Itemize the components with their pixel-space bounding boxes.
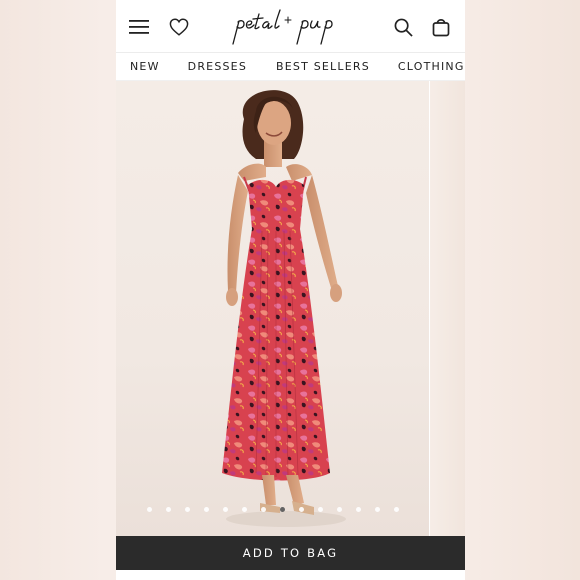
carousel-dot[interactable] — [147, 506, 152, 512]
carousel-dot[interactable] — [185, 506, 190, 512]
carousel-dot[interactable] — [242, 506, 247, 512]
nav-item-dresses[interactable]: DRESSES — [188, 60, 247, 73]
carousel-dot[interactable] — [337, 506, 342, 512]
mobile-product-page: NEW DRESSES BEST SELLERS CLOTHING TO — [116, 0, 465, 580]
nav-item-clothing[interactable]: CLOTHING — [398, 60, 465, 73]
next-image-peek[interactable] — [429, 81, 465, 536]
product-image-gallery[interactable] — [116, 81, 465, 536]
hamburger-menu-icon[interactable] — [128, 16, 150, 38]
category-nav: NEW DRESSES BEST SELLERS CLOTHING TO — [116, 53, 465, 81]
carousel-dot-active[interactable] — [280, 506, 285, 512]
page-below — [116, 570, 465, 580]
carousel-dot[interactable] — [375, 506, 380, 512]
search-icon[interactable] — [392, 16, 414, 38]
carousel-dot[interactable] — [299, 506, 304, 512]
carousel-dot[interactable] — [223, 506, 228, 512]
nav-item-new[interactable]: NEW — [130, 60, 160, 73]
carousel-dot[interactable] — [318, 506, 323, 512]
heart-icon[interactable] — [168, 16, 190, 38]
add-to-bag-button[interactable]: ADD TO BAG — [116, 536, 465, 570]
nav-item-best-sellers[interactable]: BEST SELLERS — [276, 60, 370, 73]
shopping-bag-icon[interactable] — [430, 15, 452, 39]
carousel-dot[interactable] — [394, 506, 399, 512]
site-header — [116, 0, 465, 53]
brand-logo[interactable] — [230, 8, 362, 48]
carousel-dot[interactable] — [356, 506, 361, 512]
carousel-dots[interactable] — [116, 504, 430, 514]
carousel-dot[interactable] — [204, 506, 209, 512]
carousel-dot[interactable] — [261, 506, 266, 512]
product-photo — [222, 90, 346, 527]
carousel-dot[interactable] — [166, 506, 171, 512]
